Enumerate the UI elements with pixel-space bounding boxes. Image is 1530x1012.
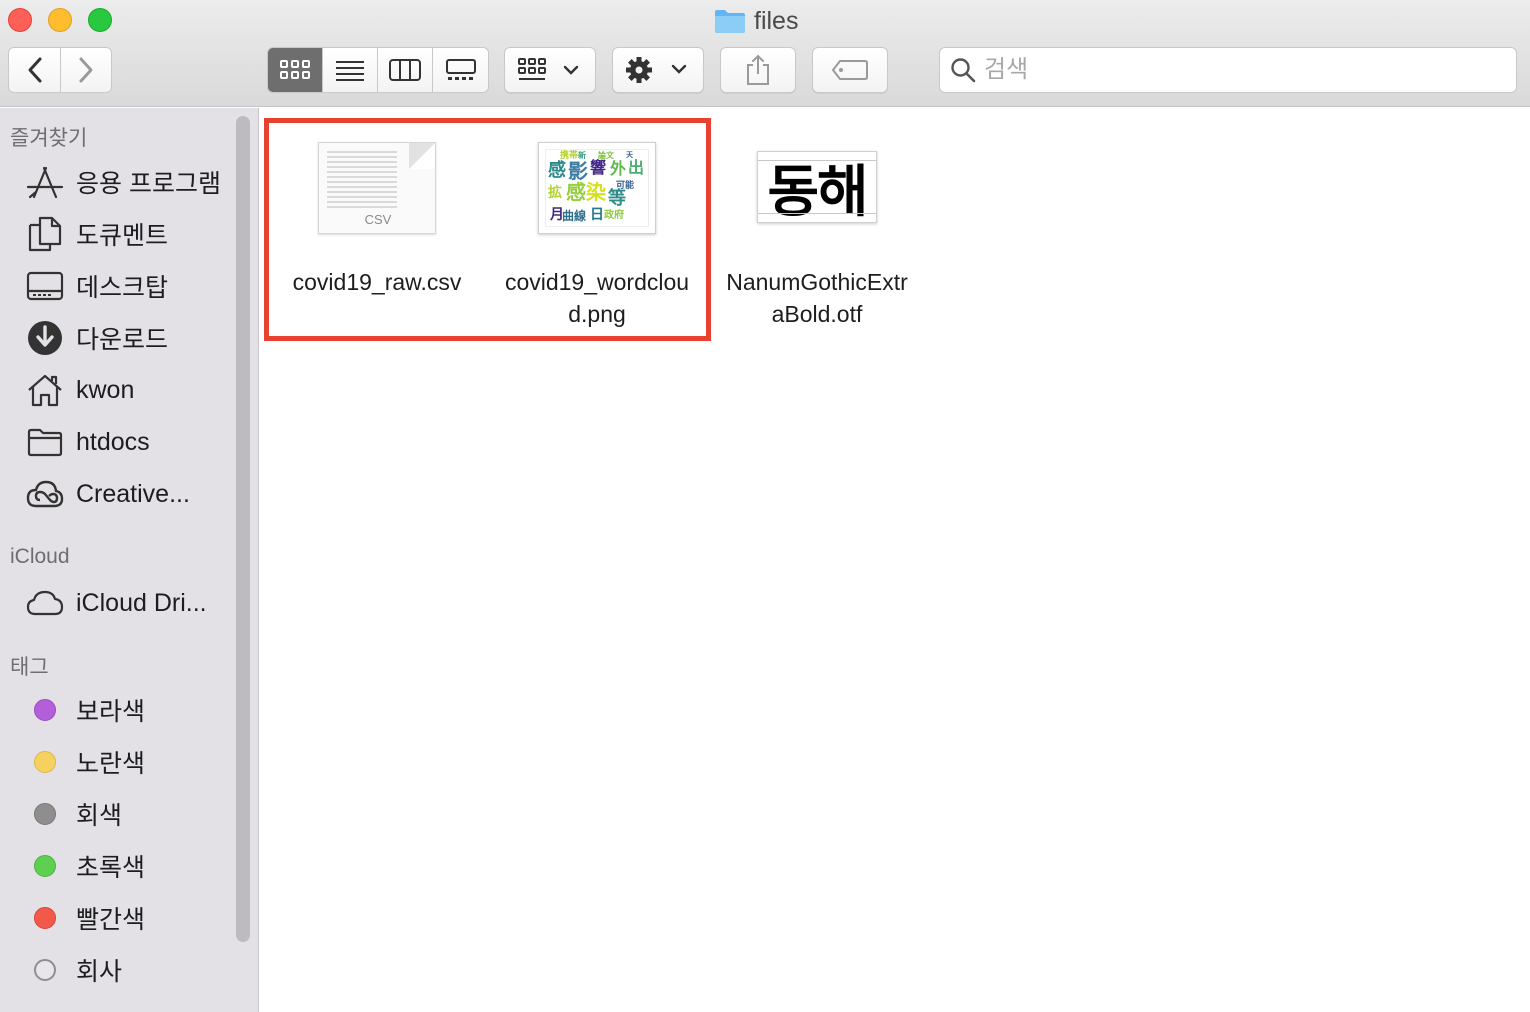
- cloud-icon: [26, 584, 64, 622]
- grid-icon: [280, 60, 310, 79]
- group-icon: [518, 58, 579, 80]
- sidebar-item-label: 회사: [76, 958, 123, 986]
- desktop-icon: [26, 267, 64, 305]
- sidebar-item-label: 보라색: [76, 698, 146, 726]
- tag-icon: [832, 60, 868, 80]
- sidebar-tag-gray[interactable]: 회색: [26, 792, 122, 836]
- sidebar-item-desktop[interactable]: 데스크탑: [26, 264, 168, 308]
- sidebar-tag-purple[interactable]: 보라색: [26, 688, 145, 732]
- tag-color-dot: [34, 803, 56, 825]
- sidebar-item-label: 다운로드: [76, 326, 169, 354]
- close-window-button[interactable]: [8, 8, 32, 32]
- font-preview-glyphs: 동해: [767, 159, 868, 225]
- tag-color-dot: [34, 959, 56, 981]
- sidebar-item-label: 초록색: [76, 854, 146, 882]
- selection-highlight-box: [264, 118, 711, 341]
- sidebar-item-label: 회색: [76, 802, 123, 830]
- sidebar-item-label: 빨간색: [76, 906, 146, 934]
- sidebar-item-icloud-drive[interactable]: iCloud Dri...: [26, 581, 207, 625]
- back-button[interactable]: [9, 48, 60, 92]
- folder-icon: [26, 423, 64, 461]
- font-preview-icon: 동해: [757, 151, 877, 225]
- sidebar-header-icloud: iCloud: [10, 545, 70, 568]
- sidebar-item-label: Creative...: [76, 479, 190, 508]
- sidebar-tag-yellow[interactable]: 노란색: [26, 740, 145, 784]
- sidebar-tag-green[interactable]: 초록색: [26, 844, 145, 888]
- sidebar-item-creative-cloud[interactable]: Creative...: [26, 472, 190, 516]
- search-input[interactable]: [984, 56, 1484, 84]
- sidebar: 즐겨찾기 응용 프로그램 도큐멘트 데스크탑 다운로드 kwon htdocs …: [0, 108, 259, 1012]
- list-view-button[interactable]: [323, 48, 378, 92]
- sidebar-item-label: kwon: [76, 375, 135, 404]
- sidebar-item-label: 노란색: [76, 750, 146, 778]
- list-icon: [336, 61, 364, 81]
- icon-view-button[interactable]: [268, 48, 323, 92]
- window-title: files: [714, 6, 798, 36]
- file-item-nanumgothic-otf[interactable]: 동해 NanumGothicExtr aBold.otf: [707, 138, 927, 338]
- sidebar-item-label: iCloud Dri...: [76, 588, 207, 617]
- tag-color-dot: [34, 907, 56, 929]
- search-field[interactable]: [939, 47, 1517, 93]
- gallery-view-button[interactable]: [433, 48, 488, 92]
- sidebar-header-tags: 태그: [10, 656, 49, 679]
- tag-color-dot: [34, 855, 56, 877]
- minimize-window-button[interactable]: [48, 8, 72, 32]
- folder-icon: [715, 10, 745, 33]
- sidebar-item-label: htdocs: [76, 427, 150, 456]
- sidebar-tag-red[interactable]: 빨간색: [26, 896, 145, 940]
- sidebar-item-label: 도큐멘트: [76, 222, 169, 250]
- toolbar: files: [0, 0, 1530, 107]
- sidebar-scrollbar[interactable]: [236, 116, 250, 942]
- documents-icon: [26, 215, 64, 253]
- sidebar-header-favorites: 즐겨찾기: [10, 127, 88, 150]
- sidebar-item-downloads[interactable]: 다운로드: [26, 316, 168, 360]
- view-mode-control: [267, 47, 489, 93]
- search-icon: [951, 58, 976, 83]
- downloads-icon: [26, 319, 64, 357]
- gallery-icon: [445, 59, 476, 80]
- action-button[interactable]: [612, 47, 704, 93]
- file-name-line-1: NanumGothicExtr: [726, 269, 908, 295]
- sidebar-item-home[interactable]: kwon: [26, 368, 134, 412]
- share-icon: [747, 54, 769, 85]
- group-button[interactable]: [504, 47, 596, 93]
- file-name-line-2: aBold.otf: [771, 301, 863, 327]
- columns-icon: [389, 59, 421, 81]
- tag-button[interactable]: [812, 47, 888, 93]
- creative-cloud-icon: [26, 475, 64, 513]
- sidebar-item-documents[interactable]: 도큐멘트: [26, 212, 168, 256]
- share-button[interactable]: [720, 47, 796, 93]
- chevron-left-icon: [28, 57, 41, 83]
- tag-color-dot: [34, 751, 56, 773]
- sidebar-tag-work[interactable]: 회사: [26, 948, 122, 992]
- forward-button[interactable]: [60, 48, 111, 92]
- home-icon: [26, 371, 64, 409]
- applications-icon: [26, 163, 64, 201]
- window-title-text: files: [754, 6, 799, 35]
- sidebar-item-applications[interactable]: 응용 프로그램: [26, 160, 221, 204]
- sidebar-item-label: 응용 프로그램: [76, 170, 221, 198]
- navigation-buttons: [8, 47, 112, 93]
- sidebar-item-label: 데스크탑: [76, 274, 169, 302]
- gear-icon: [626, 57, 687, 83]
- tag-color-dot: [34, 699, 56, 721]
- sidebar-item-htdocs[interactable]: htdocs: [26, 420, 150, 464]
- column-view-button[interactable]: [378, 48, 433, 92]
- chevron-right-icon: [79, 57, 93, 83]
- zoom-window-button[interactable]: [88, 8, 112, 32]
